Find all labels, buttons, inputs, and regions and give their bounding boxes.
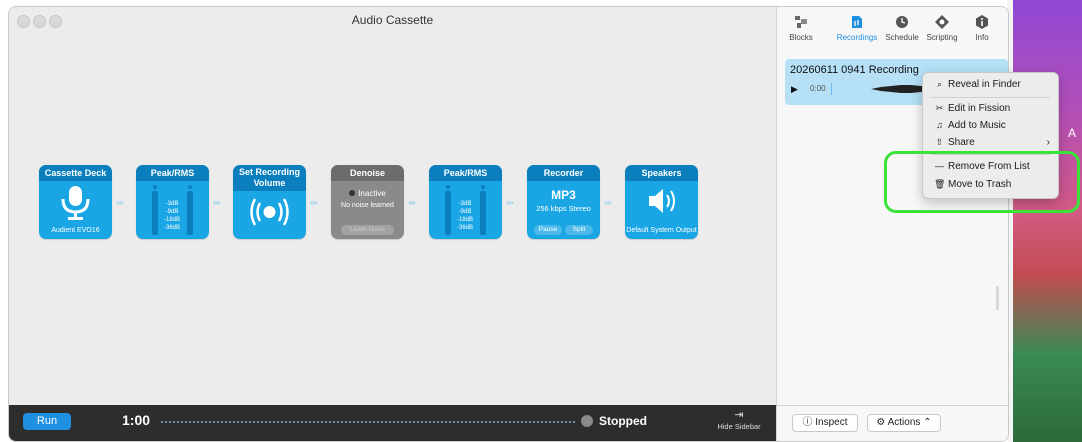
- learn-noise-button[interactable]: Learn Noise: [341, 225, 394, 235]
- recording-title: 20260611 0941 Recording: [790, 64, 919, 76]
- inspect-button[interactable]: ⓘ Inspect: [792, 414, 858, 432]
- highlight-annotation: [884, 151, 1080, 213]
- recording-time: 0:00: [810, 84, 826, 93]
- desktop-letter-fragment: A: [1068, 126, 1077, 140]
- connector-arrows: ››››: [310, 198, 318, 207]
- tab-scripting[interactable]: Scripting: [921, 15, 963, 42]
- blocks-icon: [794, 15, 808, 29]
- tab-label: Blocks: [789, 33, 813, 42]
- connector-arrows: ››››: [506, 198, 514, 207]
- denoise-detail: No noise learned: [341, 202, 394, 209]
- menu-item-label: Reveal in Finder: [948, 79, 1021, 90]
- menu-item-share[interactable]: ⇧ Share ›: [923, 135, 1058, 150]
- block-recorder[interactable]: Recorder MP3 256 kbps Stereo Pause Split: [527, 165, 600, 239]
- menu-item-edit-in-fission[interactable]: ✂ Edit in Fission: [923, 101, 1058, 116]
- block-title: Speakers: [625, 165, 698, 181]
- recorder-format: MP3: [551, 188, 576, 202]
- menu-item-label: Share: [948, 137, 975, 148]
- denoise-status-row: Inactive: [331, 189, 404, 198]
- tab-label: Info: [975, 33, 989, 42]
- music-icon: ♫: [936, 120, 943, 130]
- level-label: -18dB: [163, 217, 180, 223]
- scripting-icon: [935, 15, 949, 29]
- connector-arrows: ››››: [213, 198, 221, 207]
- block-title: Peak/RMS: [136, 165, 209, 181]
- gear-icon: ⚙: [876, 417, 886, 428]
- info-circle-icon: ⓘ: [802, 417, 813, 428]
- tab-label: Schedule: [885, 33, 919, 42]
- block-speakers[interactable]: Speakers Default System Output: [625, 165, 698, 239]
- block-set-recording-volume[interactable]: Set Recording Volume: [233, 165, 306, 239]
- block-peak-rms-2[interactable]: Peak/RMS -3dB -9dB -18dB -36dB: [429, 165, 502, 239]
- block-title: Peak/RMS: [429, 165, 502, 181]
- window-title: Audio Cassette: [351, 13, 434, 27]
- tab-schedule[interactable]: Schedule: [882, 15, 922, 42]
- recordings-icon: [850, 15, 864, 29]
- pause-button[interactable]: Pause: [534, 225, 562, 235]
- timeline-track[interactable]: [161, 421, 575, 423]
- app-window: Audio Cassette Cassette Deck Audient EVO…: [8, 6, 1009, 442]
- hide-sidebar-button[interactable]: ⇥ Hide Sidebar: [709, 409, 769, 431]
- transport-bar: Run 1:00 Stopped ⇥ Hide Sidebar: [9, 405, 776, 441]
- block-title: Set Recording Volume: [233, 165, 306, 191]
- block-peak-rms[interactable]: Peak/RMS -3dB -9dB -18dB -36dB: [136, 165, 209, 239]
- split-button[interactable]: Split: [565, 225, 593, 235]
- play-icon[interactable]: ▶: [791, 84, 798, 95]
- connector-arrows: ››››: [604, 198, 612, 207]
- level-label: -9dB: [165, 209, 179, 215]
- connector-arrows: ››››: [408, 198, 416, 207]
- level-label: -3dB: [165, 201, 179, 207]
- block-title: Cassette Deck: [39, 165, 112, 181]
- level-meter: -3dB -9dB -18dB -36dB: [429, 185, 502, 237]
- scissors-icon: ✂: [935, 103, 944, 113]
- clock-icon: [895, 15, 909, 29]
- status-text: Stopped: [599, 414, 647, 428]
- sidebar-toggle-icon: ⇥: [734, 409, 744, 421]
- block-denoise[interactable]: Denoise Inactive No noise learned Learn …: [331, 165, 404, 239]
- tab-label: Recordings: [836, 33, 878, 42]
- menu-separator: [931, 97, 1050, 98]
- duration-display[interactable]: 1:00: [122, 412, 150, 428]
- broadcast-icon: [250, 198, 289, 226]
- info-icon: [975, 15, 989, 29]
- level-label: -36dB: [456, 225, 473, 231]
- chevron-right-icon: ›: [1046, 137, 1050, 148]
- desktop-wallpaper: [1013, 0, 1082, 442]
- menu-item-label: Add to Music: [948, 120, 1006, 131]
- menu-item-reveal-in-finder[interactable]: ⌕ Reveal in Finder: [923, 77, 1058, 92]
- block-subtitle: Default System Output: [626, 227, 697, 234]
- menu-item-add-to-music[interactable]: ♫ Add to Music: [923, 118, 1058, 133]
- block-subtitle: Audient EVO16: [51, 227, 100, 234]
- run-button[interactable]: Run: [23, 413, 71, 430]
- recorder-bitrate: 256 kbps Stereo: [536, 204, 591, 213]
- status-dot-icon: [349, 190, 356, 196]
- status-indicator-icon: [581, 415, 593, 427]
- level-meter: -3dB -9dB -18dB -36dB: [136, 185, 209, 237]
- connector-arrows: ››››: [116, 198, 124, 207]
- level-label: -9dB: [458, 209, 472, 215]
- tab-recordings[interactable]: Recordings: [827, 15, 887, 42]
- sidebar-footer: ⓘ Inspect ⚙ Actions ⌃: [777, 405, 1008, 441]
- tab-info[interactable]: Info: [970, 15, 994, 42]
- actions-popup-button[interactable]: ⚙ Actions ⌃: [867, 414, 941, 432]
- level-label: -18dB: [456, 217, 473, 223]
- tab-label: Scripting: [926, 33, 958, 42]
- denoise-status: Inactive: [358, 189, 386, 198]
- inspect-label: Inspect: [815, 417, 848, 428]
- share-icon: ⇧: [935, 137, 944, 147]
- level-label: -36dB: [163, 225, 180, 231]
- search-icon: ⌕: [936, 79, 943, 89]
- block-title: Denoise: [331, 165, 404, 181]
- menu-item-label: Edit in Fission: [948, 103, 1011, 114]
- block-title: Recorder: [527, 165, 600, 181]
- tab-blocks[interactable]: Blocks: [786, 15, 816, 42]
- updown-chevron-icon: ⌃: [923, 417, 932, 428]
- level-label: -3dB: [458, 201, 472, 207]
- microphone-icon: [61, 186, 90, 220]
- hide-sidebar-label: Hide Sidebar: [717, 422, 761, 431]
- speaker-icon: [649, 189, 675, 213]
- block-cassette-deck[interactable]: Cassette Deck Audient EVO16: [39, 165, 112, 239]
- actions-label: Actions: [887, 417, 921, 428]
- sidebar-resize-handle[interactable]: [996, 286, 999, 310]
